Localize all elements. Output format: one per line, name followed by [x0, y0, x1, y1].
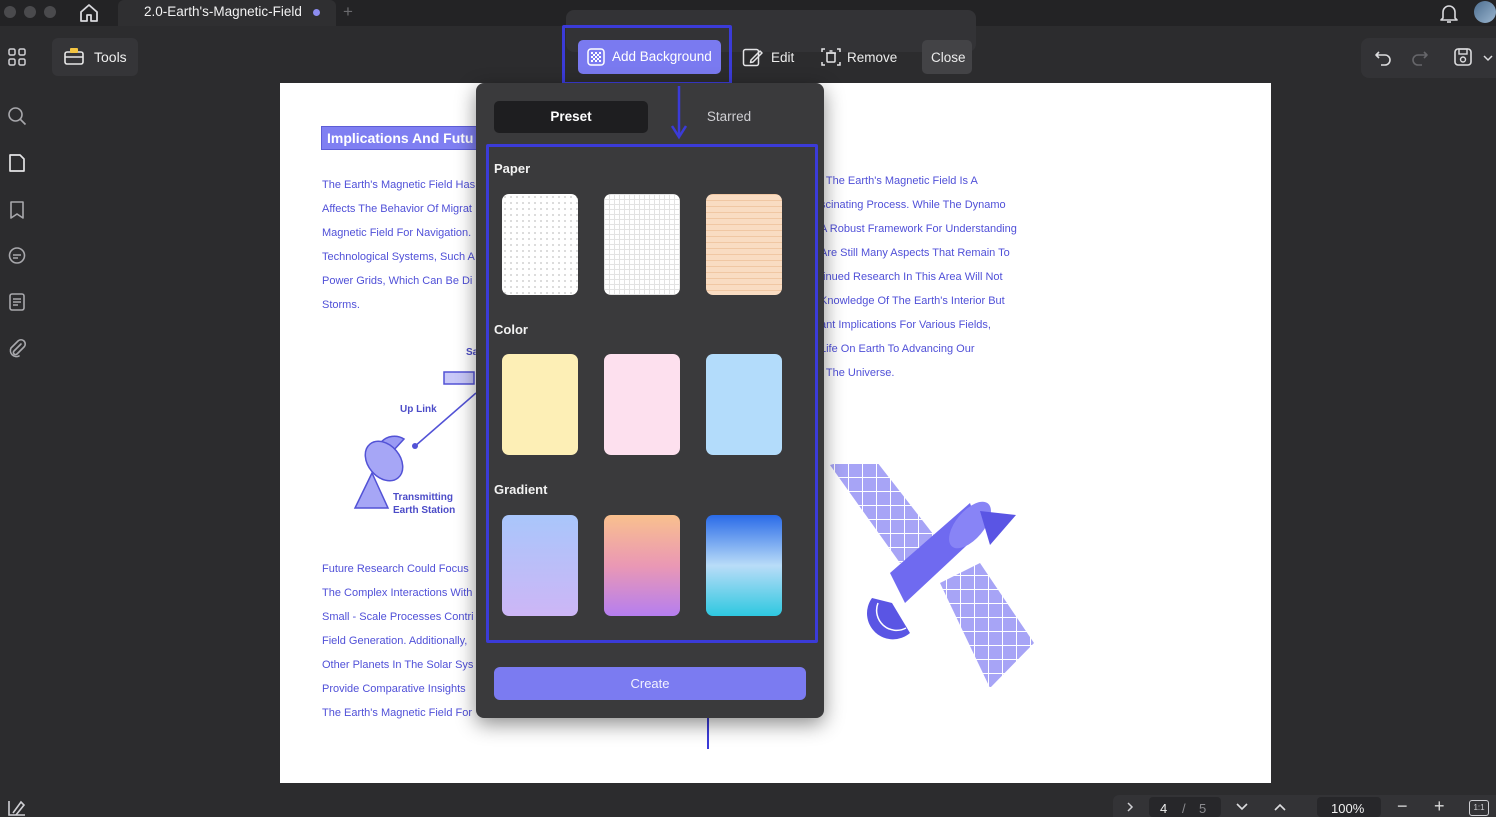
- window-minimize-button[interactable]: [24, 6, 36, 18]
- page-separator: /: [1182, 801, 1186, 816]
- doc-text-line: The Complex Interactions With: [322, 587, 473, 599]
- comments-icon[interactable]: [7, 246, 27, 266]
- unsaved-dot-icon: [313, 9, 320, 16]
- doc-text-line: A Robust Framework For Understanding: [820, 223, 1017, 235]
- redo-icon[interactable]: [1411, 48, 1429, 66]
- doc-text-line: The Earth's Magnetic Field Has: [322, 179, 476, 191]
- station-label-line2: Earth Station: [393, 505, 456, 516]
- paper-section-label: Paper: [494, 161, 531, 176]
- total-pages: 5: [1199, 801, 1207, 816]
- search-icon[interactable]: [7, 106, 27, 126]
- save-options-chevron-icon[interactable]: [1483, 53, 1493, 63]
- swatch-color-pink[interactable]: [604, 354, 680, 455]
- undo-icon[interactable]: [1374, 48, 1392, 66]
- doc-text-line: scinating Process. While The Dynamo: [820, 199, 1006, 211]
- doc-text-line: ant Implications For Various Fields,: [820, 319, 991, 331]
- window-zoom-button[interactable]: [44, 6, 56, 18]
- avatar[interactable]: [1474, 1, 1496, 23]
- swatch-gradient-peach-violet[interactable]: [604, 515, 680, 616]
- doc-text-line: Storms.: [322, 299, 360, 311]
- edit-button[interactable]: Edit: [742, 46, 802, 70]
- doc-text-line: Power Grids, Which Can Be Di: [322, 275, 473, 287]
- doc-text-line: The Earth's Magnetic Field For: [322, 707, 473, 719]
- doc-text-line: Magnetic Field For Navigation.: [322, 227, 472, 239]
- popover-tabs: Preset Starred: [494, 101, 806, 133]
- page-thumbnails-icon[interactable]: [7, 153, 27, 173]
- remove-background-icon: [821, 48, 841, 66]
- swatch-dotted-paper[interactable]: [502, 194, 578, 295]
- bookmark-icon[interactable]: [7, 200, 27, 220]
- section-heading: Implications And Futu: [321, 126, 477, 150]
- close-button[interactable]: Close: [922, 40, 972, 74]
- doc-text-line: tinued Research In This Area Will Not: [820, 271, 1003, 283]
- tools-label: Tools: [94, 49, 127, 65]
- bell-icon[interactable]: [1439, 2, 1459, 24]
- edit-background-icon: [742, 48, 763, 67]
- remove-button[interactable]: Remove: [820, 46, 900, 70]
- tab-document[interactable]: 2.0-Earth's-Magnetic-Field: [118, 0, 336, 26]
- doc-text-line: Other Planets In The Solar Sys: [322, 659, 474, 671]
- zoom-out-button[interactable]: −: [1397, 796, 1408, 817]
- swatch-gradient-blue-lavender[interactable]: [502, 515, 578, 616]
- new-tab-button[interactable]: +: [343, 2, 353, 22]
- section-heading-text: Implications And Futu: [327, 130, 474, 146]
- doc-text-line: Affects The Behavior Of Migrat: [322, 203, 472, 215]
- swatch-color-blue[interactable]: [706, 354, 782, 455]
- actual-size-icon[interactable]: 1:1: [1469, 800, 1489, 816]
- swatch-lined-peach-paper[interactable]: [706, 194, 782, 295]
- chevron-right-icon[interactable]: [1124, 801, 1136, 813]
- edit-label: Edit: [771, 50, 795, 65]
- doc-text-line: Small - Scale Processes Contri: [322, 611, 474, 623]
- doc-text-line: Life On Earth To Advancing Our: [820, 343, 975, 355]
- toolbox-icon: [64, 48, 84, 65]
- window-close-button[interactable]: [4, 6, 16, 18]
- doc-text-line: Are Still Many Aspects That Remain To: [820, 247, 1010, 259]
- color-section-label: Color: [494, 322, 528, 337]
- doc-text-line: Knowledge Of The Earth's Interior But: [820, 295, 1005, 307]
- remove-label: Remove: [847, 50, 898, 65]
- tools-button[interactable]: Tools: [52, 38, 138, 76]
- doc-text-line: Technological Systems, Such A: [322, 251, 475, 263]
- gradient-section-label: Gradient: [494, 482, 548, 497]
- doc-text-line: Provide Comparative Insights: [322, 683, 466, 695]
- current-page[interactable]: 4: [1160, 801, 1167, 816]
- zoom-level[interactable]: 100%: [1331, 801, 1364, 816]
- tab-preset[interactable]: Preset: [494, 101, 648, 133]
- save-icon[interactable]: [1453, 47, 1473, 67]
- satellite-illustration: [830, 463, 1034, 688]
- doc-text-line: Field Generation. Additionally,: [322, 635, 468, 647]
- doc-text-line: Future Research Could Focus: [322, 563, 469, 575]
- add-background-highlight: [562, 25, 732, 85]
- connector-line: [707, 717, 709, 749]
- swatch-gradient-blue-cyan[interactable]: [706, 515, 782, 616]
- apps-grid-icon[interactable]: [8, 48, 26, 66]
- create-button[interactable]: Create: [494, 667, 806, 700]
- swatch-grid-paper[interactable]: [604, 194, 680, 295]
- station-label-line1: Transmitting: [393, 492, 454, 503]
- home-icon[interactable]: [78, 2, 100, 24]
- close-label: Close: [931, 50, 966, 65]
- up-link-label: Up Link: [400, 404, 437, 415]
- paperclip-icon[interactable]: [7, 338, 27, 358]
- doc-text-line: f The Universe.: [820, 367, 895, 379]
- swatch-color-yellow[interactable]: [502, 354, 578, 455]
- attachments-list-icon[interactable]: [7, 292, 27, 312]
- brand-logo-icon[interactable]: [7, 799, 27, 817]
- zoom-in-button[interactable]: +: [1434, 796, 1445, 817]
- annotation-arrow-icon: [670, 86, 688, 140]
- next-page-chevron-down-icon[interactable]: [1235, 801, 1249, 813]
- tab-title: 2.0-Earth's-Magnetic-Field: [144, 4, 302, 19]
- doc-text-line: f The Earth's Magnetic Field Is A: [820, 175, 978, 187]
- previous-page-chevron-up-icon[interactable]: [1273, 801, 1287, 813]
